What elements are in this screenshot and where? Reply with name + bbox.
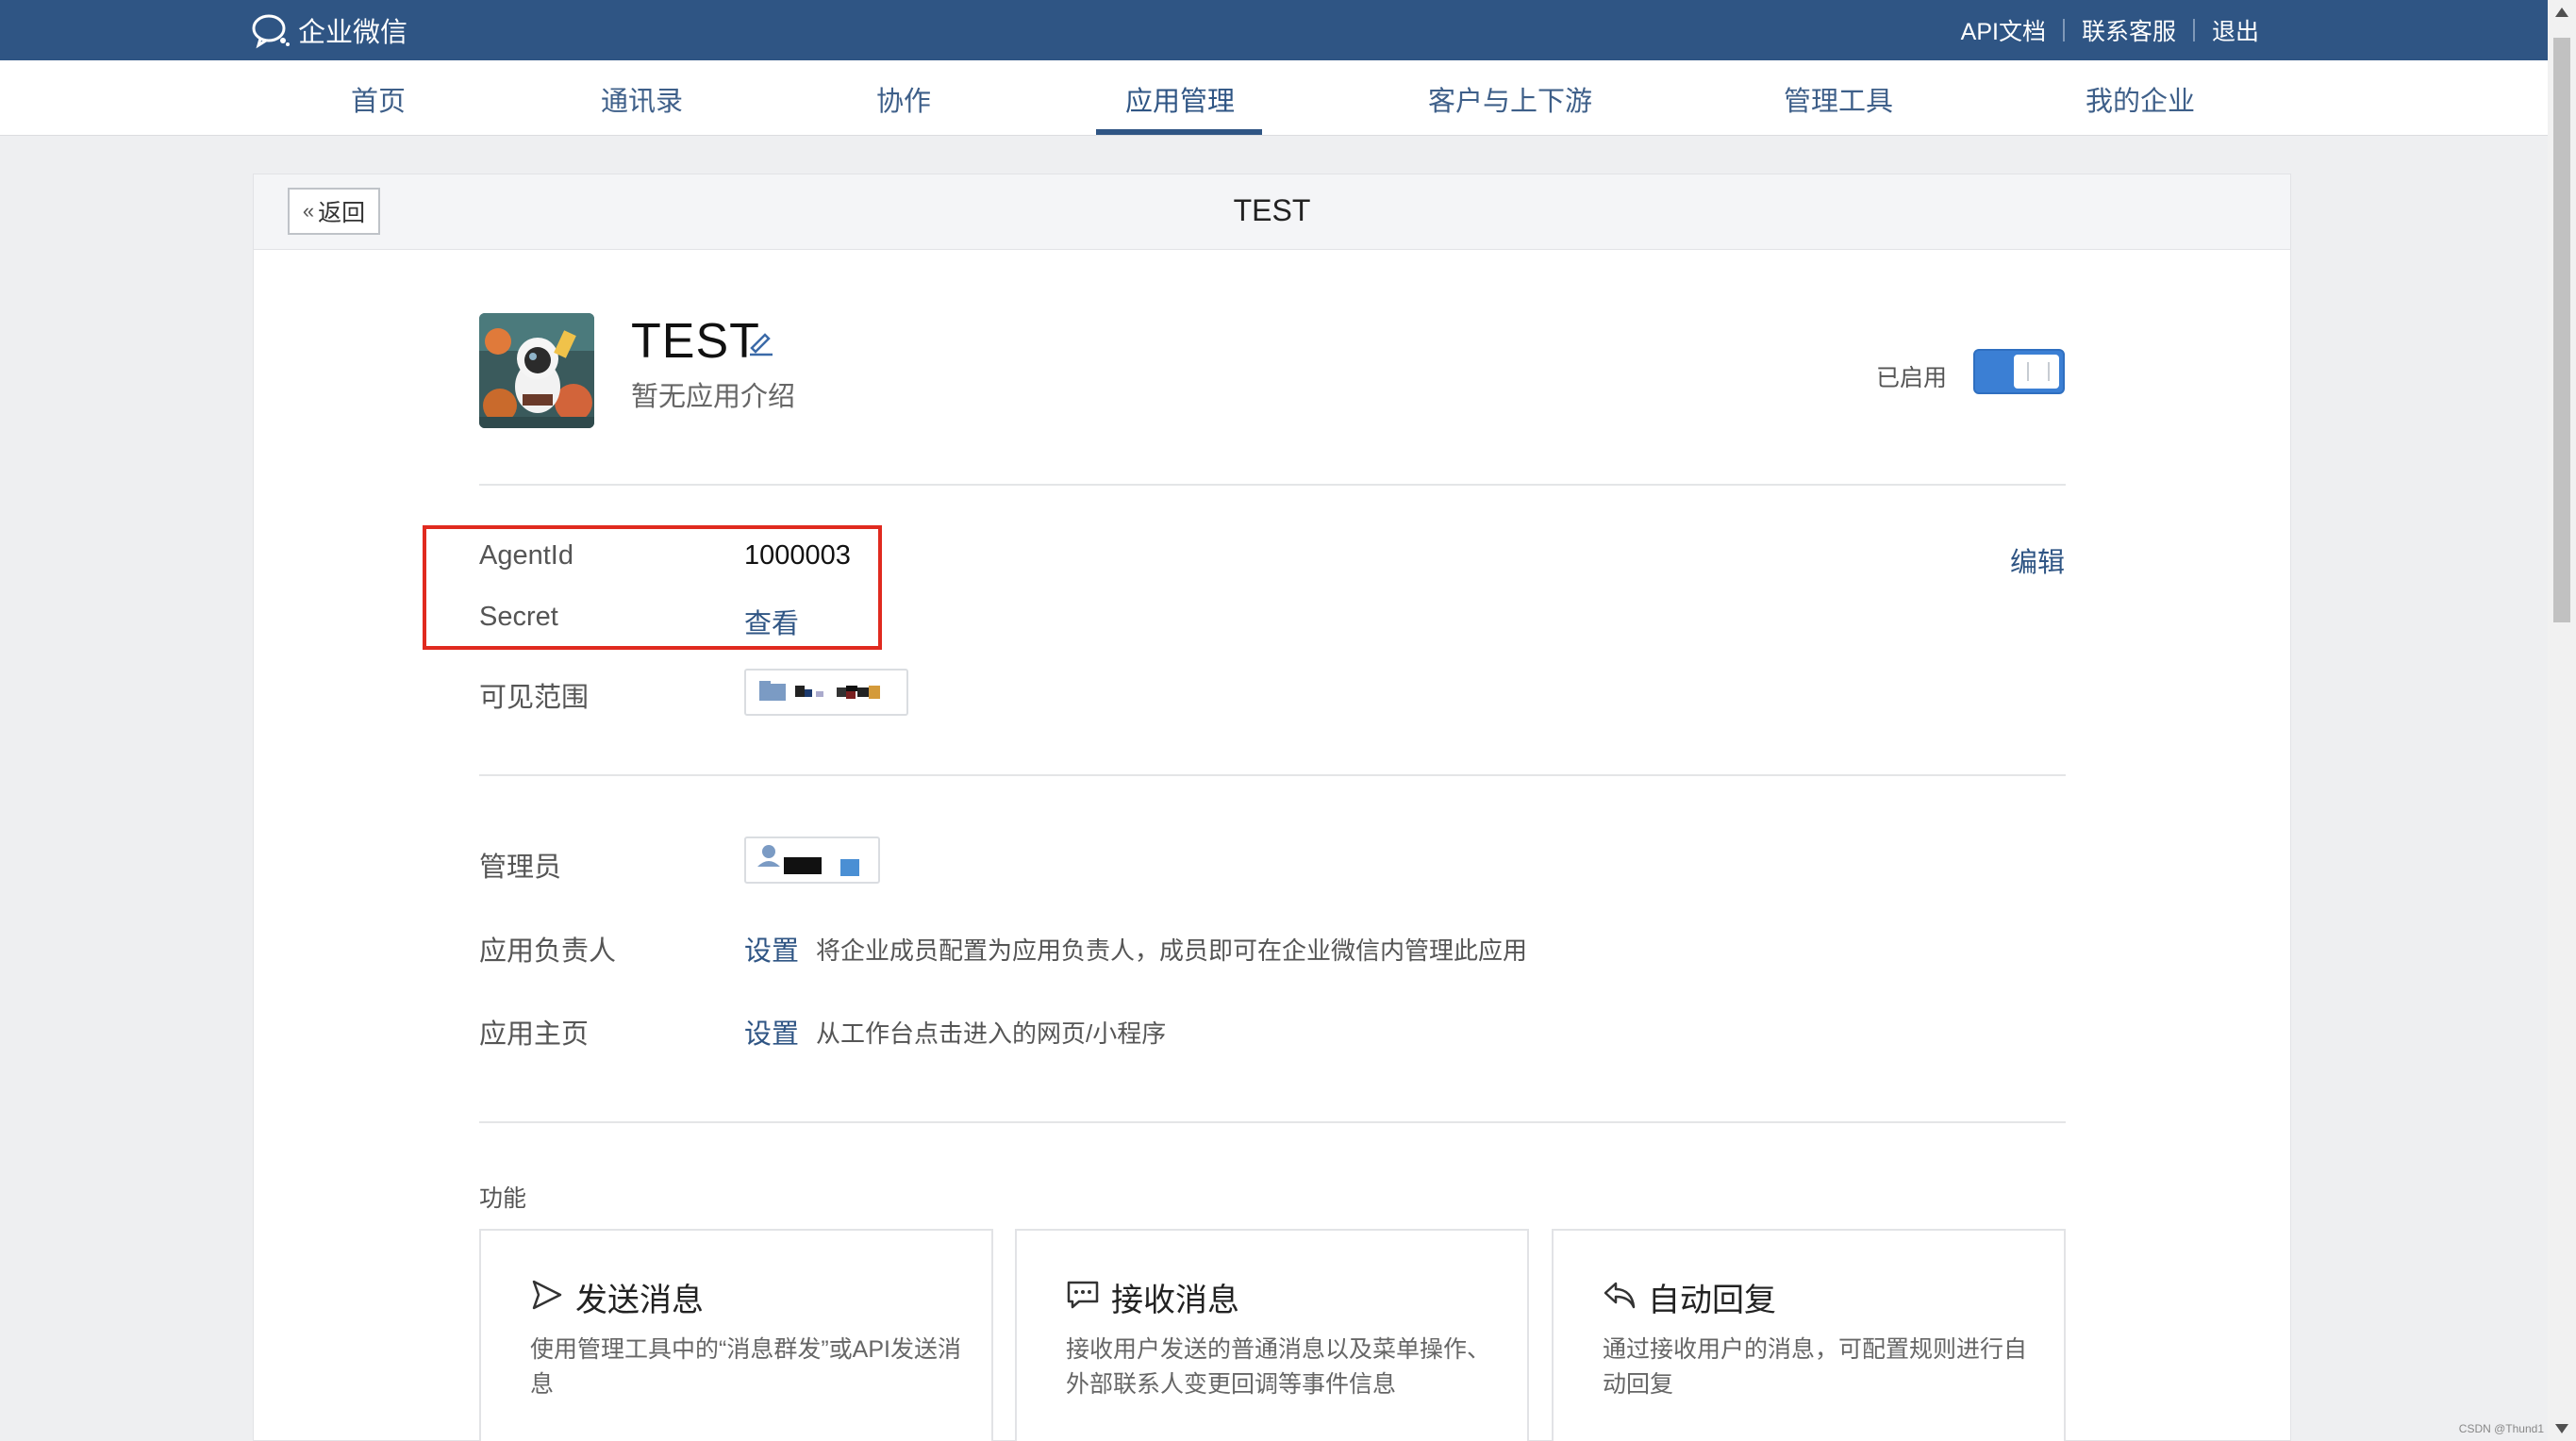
owner-set-link[interactable]: 设置	[744, 929, 799, 969]
toggle-knob	[2014, 355, 2059, 389]
homepage-set-link[interactable]: 设置	[744, 1012, 799, 1052]
edit-link[interactable]: 编辑	[2010, 540, 2065, 580]
edit-pencil-icon[interactable]	[746, 327, 776, 357]
wecom-logo-icon	[252, 14, 290, 49]
contact-support-link[interactable]: 联系客服	[2082, 13, 2176, 47]
scrollbar-thumb[interactable]	[2553, 38, 2570, 622]
enable-toggle[interactable]	[1973, 349, 2065, 394]
admin-chip[interactable]	[744, 836, 880, 884]
chat-bubble-icon	[1067, 1281, 1099, 1309]
app-detail-card: « 返回 TEST TEST 暂无应用介绍 已启用 AgentId 100000…	[253, 174, 2291, 1441]
logo[interactable]: 企业微信	[251, 11, 407, 49]
app-description: 暂无应用介绍	[631, 382, 796, 412]
feature-card-receive-message[interactable]: 接收消息 接收用户发送的普通消息以及菜单操作、外部联系人变更回调等事件信息	[1015, 1229, 1529, 1441]
nav-customers[interactable]: 客户与上下游	[1428, 79, 1592, 119]
main-nav: 首页 通讯录 协作 应用管理 客户与上下游 管理工具 我的企业	[0, 60, 2548, 136]
divider	[479, 1121, 2066, 1123]
feature-title: 发送消息	[575, 1283, 704, 1318]
divider	[479, 484, 2066, 486]
divider	[2192, 19, 2195, 41]
user-icon	[757, 845, 859, 876]
top-links: API文档 联系客服 退出	[1961, 13, 2259, 47]
divider	[479, 774, 2066, 776]
homepage-hint: 从工作台点击进入的网页/小程序	[816, 1019, 1167, 1048]
feature-card-send-message[interactable]: 发送消息 使用管理工具中的“消息群发”或API发送消息	[479, 1229, 993, 1441]
visible-range-label: 可见范围	[479, 683, 590, 713]
reply-icon	[1604, 1282, 1636, 1309]
watermark: CSDN @Thund1	[2458, 1422, 2544, 1435]
features-section-title: 功能	[479, 1185, 527, 1212]
top-bar: 企业微信 API文档 联系客服 退出	[0, 0, 2548, 60]
admin-label: 管理员	[479, 853, 562, 883]
feature-title: 自动回复	[1648, 1283, 1776, 1318]
logout-link[interactable]: 退出	[2212, 13, 2259, 47]
owner-label: 应用负责人	[479, 936, 617, 967]
api-docs-link[interactable]: API文档	[1961, 13, 2046, 47]
feature-title: 接收消息	[1111, 1283, 1239, 1318]
owner-hint: 将企业成员配置为应用负责人，成员即可在企业微信内管理此应用	[816, 936, 1528, 965]
nav-home[interactable]: 首页	[351, 79, 406, 119]
page-scrollbar[interactable]	[2548, 0, 2576, 1441]
active-tab-indicator	[1096, 129, 1262, 135]
feature-description: 使用管理工具中的“消息群发”或API发送消息	[530, 1336, 961, 1398]
department-icon	[759, 681, 880, 701]
page-title: TEST	[1233, 193, 1311, 227]
highlight-annotation-box	[423, 525, 882, 650]
app-name: TEST	[631, 314, 760, 369]
scroll-up-arrow-icon[interactable]	[2555, 8, 2568, 17]
status-label: 已启用	[1876, 365, 1948, 391]
nav-management-tools[interactable]: 管理工具	[1784, 79, 1893, 119]
visible-range-chip[interactable]	[744, 669, 908, 716]
homepage-label: 应用主页	[479, 1019, 590, 1050]
feature-card-auto-reply[interactable]: 自动回复 通过接收用户的消息，可配置规则进行自动回复	[1552, 1229, 2066, 1441]
scroll-down-arrow-icon[interactable]	[2555, 1424, 2568, 1433]
card-header: « 返回 TEST	[254, 174, 2290, 250]
nav-contacts[interactable]: 通讯录	[601, 79, 683, 119]
app-icon	[479, 313, 594, 428]
send-icon	[532, 1280, 562, 1310]
feature-description: 通过接收用户的消息，可配置规则进行自动回复	[1603, 1336, 2028, 1398]
nav-app-management[interactable]: 应用管理	[1125, 79, 1235, 119]
feature-description: 接收用户发送的普通消息以及菜单操作、外部联系人变更回调等事件信息	[1066, 1336, 1491, 1398]
logo-text: 企业微信	[298, 18, 408, 48]
divider	[2062, 19, 2065, 41]
nav-my-enterprise[interactable]: 我的企业	[2086, 79, 2195, 119]
nav-collaboration[interactable]: 协作	[876, 79, 931, 119]
